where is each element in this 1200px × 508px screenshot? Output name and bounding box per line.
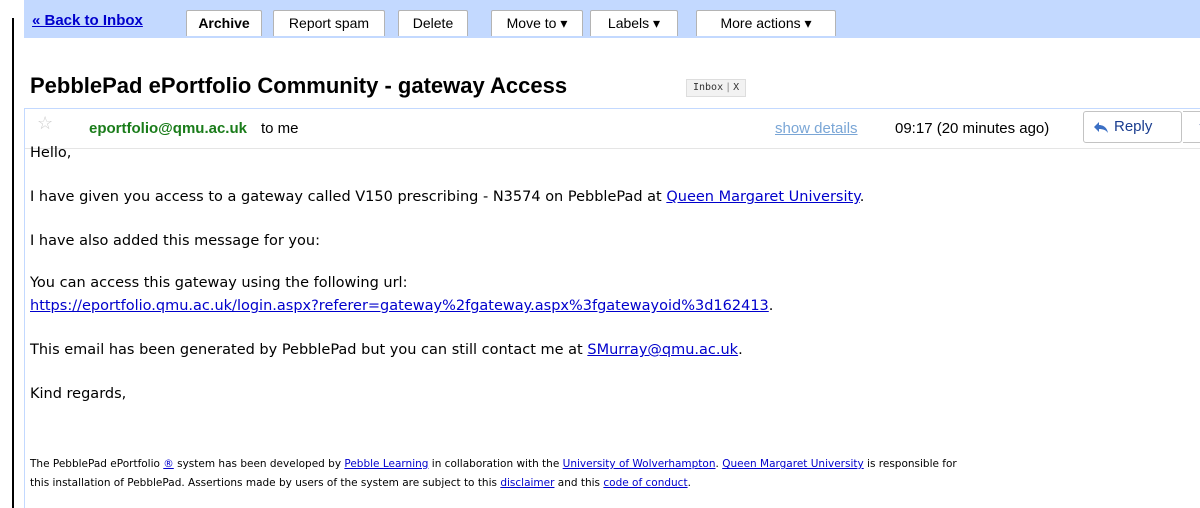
more-actions-button[interactable]: More actions ▾ <box>696 10 836 36</box>
footer-text: system has been developed by <box>173 458 345 470</box>
paragraph-access-text: I have given you access to a gateway cal… <box>30 189 667 205</box>
star-icon[interactable]: ☆ <box>37 114 53 132</box>
message-timestamp: 09:17 (20 minutes ago) <box>895 120 1050 137</box>
email-subject: PebblePad ePortfolio Community - gateway… <box>30 73 568 98</box>
reply-button[interactable]: Reply <box>1083 111 1182 143</box>
code-of-conduct-link[interactable]: code of conduct <box>603 477 687 489</box>
more-options-dropdown[interactable]: ▼ <box>1183 111 1200 143</box>
greeting-text: Hello, <box>30 145 72 161</box>
paragraph-access: I have given you access to a gateway cal… <box>30 189 864 205</box>
move-to-button[interactable]: Move to ▾ <box>491 10 583 36</box>
sender-address[interactable]: eportfolio@qmu.ac.uk <box>89 120 247 137</box>
contact-email-link[interactable]: SMurray@qmu.ac.uk <box>587 342 738 358</box>
show-details-link[interactable]: show details <box>775 120 858 137</box>
paragraph-contact-end: . <box>738 342 743 358</box>
closing-text: Kind regards, <box>30 386 127 402</box>
footer-text: The PebblePad ePortfolio <box>30 458 164 470</box>
footer-text: in collaboration with the <box>428 458 563 470</box>
inbox-label-chip: Inbox | X <box>686 79 747 97</box>
paragraph-contact-text: This email has been generated by PebbleP… <box>30 342 588 358</box>
recipient-text: to me <box>261 120 299 137</box>
paragraph-url-end: . <box>768 298 774 314</box>
footer-text: this installation of PebblePad. Assertio… <box>30 477 501 489</box>
qmu-footer-link[interactable]: Queen Margaret University <box>722 458 864 470</box>
footer-text: is responsible for <box>863 458 957 470</box>
gateway-url-link[interactable]: https://eportfolio.qmu.ac.uk/login.aspx?… <box>30 298 769 314</box>
paragraph-message: I have also added this message for you: <box>30 233 320 249</box>
paragraph-url-intro: You can access this gateway using the fo… <box>30 275 408 291</box>
message-header: ☆ eportfolio@qmu.ac.uk to me show detail… <box>25 109 1200 149</box>
paragraph-access-end: . <box>859 189 865 205</box>
qmu-link[interactable]: Queen Margaret University <box>666 189 859 205</box>
paragraph-contact: This email has been generated by PebbleP… <box>30 342 743 358</box>
archive-button[interactable]: Archive <box>186 10 262 36</box>
reply-arrow-icon <box>1094 122 1108 133</box>
registered-link[interactable]: ® <box>163 458 174 470</box>
disclaimer-link[interactable]: disclaimer <box>500 477 554 489</box>
labels-button[interactable]: Labels ▾ <box>590 10 678 36</box>
pebble-learning-link[interactable]: Pebble Learning <box>344 458 428 470</box>
footer-text: and this <box>554 477 604 489</box>
footer-line-1: The PebblePad ePortfolio ® system has be… <box>30 455 1190 474</box>
action-toolbar: « Back to Inbox Archive Report spam Dele… <box>24 0 1200 38</box>
reply-label: Reply <box>1114 118 1153 135</box>
inbox-label-text[interactable]: Inbox <box>693 82 723 93</box>
delete-button[interactable]: Delete <box>398 10 468 36</box>
left-border <box>12 18 14 508</box>
back-to-inbox-link[interactable]: « Back to Inbox <box>32 12 143 29</box>
paragraph-url: https://eportfolio.qmu.ac.uk/login.aspx?… <box>30 298 773 314</box>
pebblepad-footer: The PebblePad ePortfolio ® system has be… <box>30 455 1190 493</box>
footer-text: . <box>687 477 691 489</box>
remove-label-icon[interactable]: X <box>733 82 739 93</box>
footer-line-2: this installation of PebblePad. Assertio… <box>30 474 1190 493</box>
report-spam-button[interactable]: Report spam <box>273 10 385 36</box>
wolverhampton-link[interactable]: University of Wolverhampton <box>563 458 716 470</box>
